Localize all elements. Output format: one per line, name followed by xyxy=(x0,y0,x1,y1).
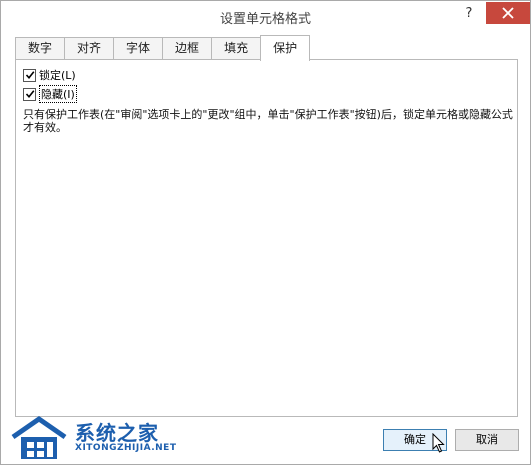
tab-protection[interactable]: 保护 xyxy=(260,35,311,61)
help-button[interactable]: ? xyxy=(456,3,482,25)
checkmark-icon xyxy=(25,90,34,99)
protection-note: 只有保护工作表(在"审阅"选项卡上的"更改"组中，单击"保护工作表"按钮)后，锁… xyxy=(23,108,513,134)
checkmark-icon xyxy=(25,71,34,80)
watermark: 系统之家 XITONGZHIJIA.NET xyxy=(9,413,176,466)
dialog-title: 设置单元格格式 xyxy=(219,12,311,27)
format-cells-dialog: 设置单元格格式 ? 数字 对齐 字体 边框 填充 保护 锁定(L) 隐藏(I) … xyxy=(0,0,531,465)
tab-fill[interactable]: 填充 xyxy=(211,37,262,60)
cancel-button[interactable]: 取消 xyxy=(455,429,519,451)
tab-alignment[interactable]: 对齐 xyxy=(64,37,115,60)
title-bar[interactable]: 设置单元格格式 ? xyxy=(1,1,530,31)
hidden-option[interactable]: 隐藏(I) xyxy=(23,85,77,103)
locked-label: 锁定(L) xyxy=(39,69,76,82)
close-icon xyxy=(502,7,514,19)
protection-panel: 锁定(L) 隐藏(I) 只有保护工作表(在"审阅"选项卡上的"更改"组中，单击"… xyxy=(15,59,518,417)
tab-border[interactable]: 边框 xyxy=(162,37,213,60)
tab-strip: 数字 对齐 字体 边框 填充 保护 xyxy=(15,35,311,61)
tab-font[interactable]: 字体 xyxy=(113,37,164,60)
mouse-cursor-icon xyxy=(432,433,445,453)
locked-checkbox[interactable] xyxy=(23,68,36,82)
house-logo-icon xyxy=(11,415,67,459)
locked-option[interactable]: 锁定(L) xyxy=(23,67,76,83)
hidden-label: 隐藏(I) xyxy=(39,85,77,103)
tab-number[interactable]: 数字 xyxy=(15,37,66,60)
hidden-checkbox[interactable] xyxy=(23,87,36,101)
close-button[interactable] xyxy=(486,2,530,24)
watermark-name-en: XITONGZHIJIA.NET xyxy=(75,443,177,453)
watermark-name-cn: 系统之家 xyxy=(75,421,159,445)
